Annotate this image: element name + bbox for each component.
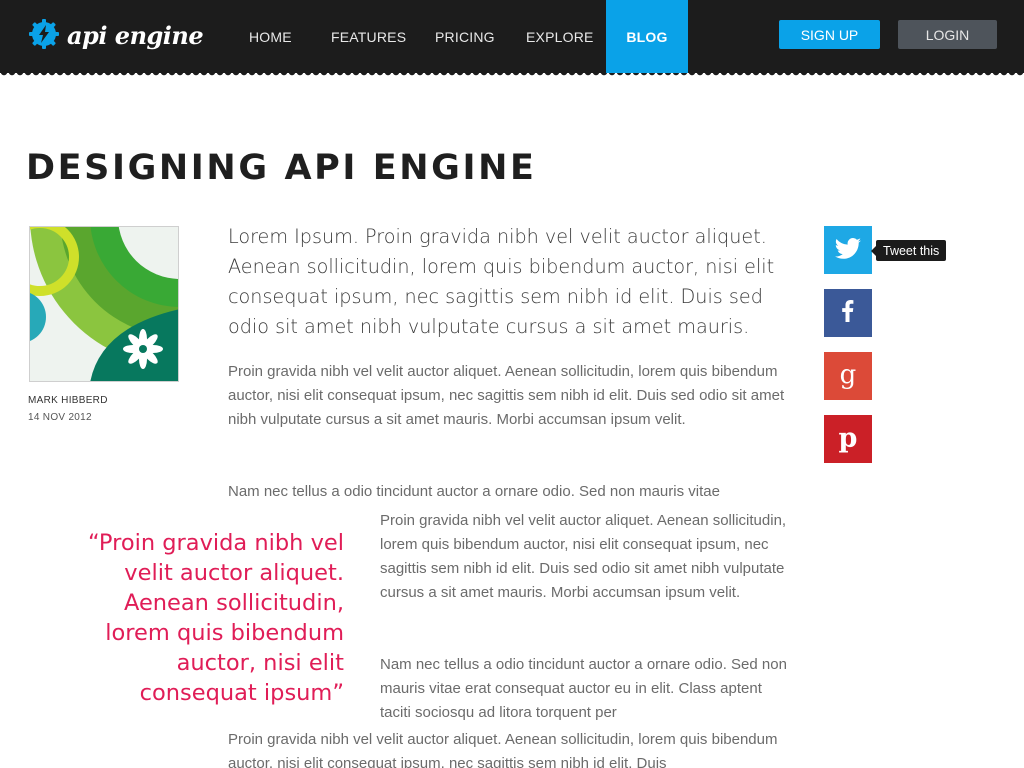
nav-home[interactable]: HOME [249, 0, 292, 73]
logo[interactable]: api engine [28, 18, 204, 55]
header-scalloped-edge [0, 73, 1024, 79]
twitter-icon [830, 230, 866, 271]
pinterest-icon: p [830, 419, 866, 460]
top-navigation-bar: api engine HOME FEATURES PRICING EXPLORE… [0, 0, 1024, 73]
author-avatar [29, 226, 179, 382]
google-plus-icon: g [830, 356, 866, 397]
facebook-icon [830, 293, 866, 334]
nav-features[interactable]: FEATURES [331, 0, 406, 73]
facebook-share-button[interactable] [824, 289, 872, 337]
google-plus-share-button[interactable]: g [824, 352, 872, 400]
author-name[interactable]: MARK HIBBERD [28, 395, 108, 406]
tweet-tooltip: Tweet this [870, 240, 947, 261]
body-paragraph: Nam nec tellus a odio tincidunt auctor a… [228, 483, 720, 500]
body-paragraph: Proin gravida nibh vel velit auctor aliq… [228, 731, 778, 768]
twitter-share-button[interactable] [824, 226, 872, 274]
pull-quote: “Proin gravida nibh vel velit auctor ali… [87, 530, 344, 706]
nav-explore[interactable]: EXPLORE [526, 0, 594, 73]
pinterest-share-button[interactable]: p [824, 415, 872, 463]
nav-pricing[interactable]: PRICING [435, 0, 495, 73]
body-paragraph: Nam nec tellus a odio tincidunt auctor a… [380, 656, 787, 721]
page-title: DESIGNING API ENGINE [26, 148, 537, 188]
svg-text:g: g [840, 360, 857, 390]
lead-paragraph: Lorem Ipsum. Proin gravida nibh vel veli… [228, 225, 775, 338]
login-button[interactable]: LOGIN [898, 20, 997, 49]
lightning-gear-icon [28, 18, 60, 55]
sign-up-button[interactable]: SIGN UP [779, 20, 880, 49]
nav-blog[interactable]: BLOG [606, 0, 688, 73]
logo-text: api engine [67, 21, 204, 50]
svg-text:p: p [839, 423, 858, 454]
post-date: 14 NOV 2012 [28, 412, 92, 423]
body-paragraph: Proin gravida nibh vel velit auctor aliq… [228, 363, 785, 428]
body-paragraph: Proin gravida nibh vel velit auctor aliq… [380, 512, 787, 601]
